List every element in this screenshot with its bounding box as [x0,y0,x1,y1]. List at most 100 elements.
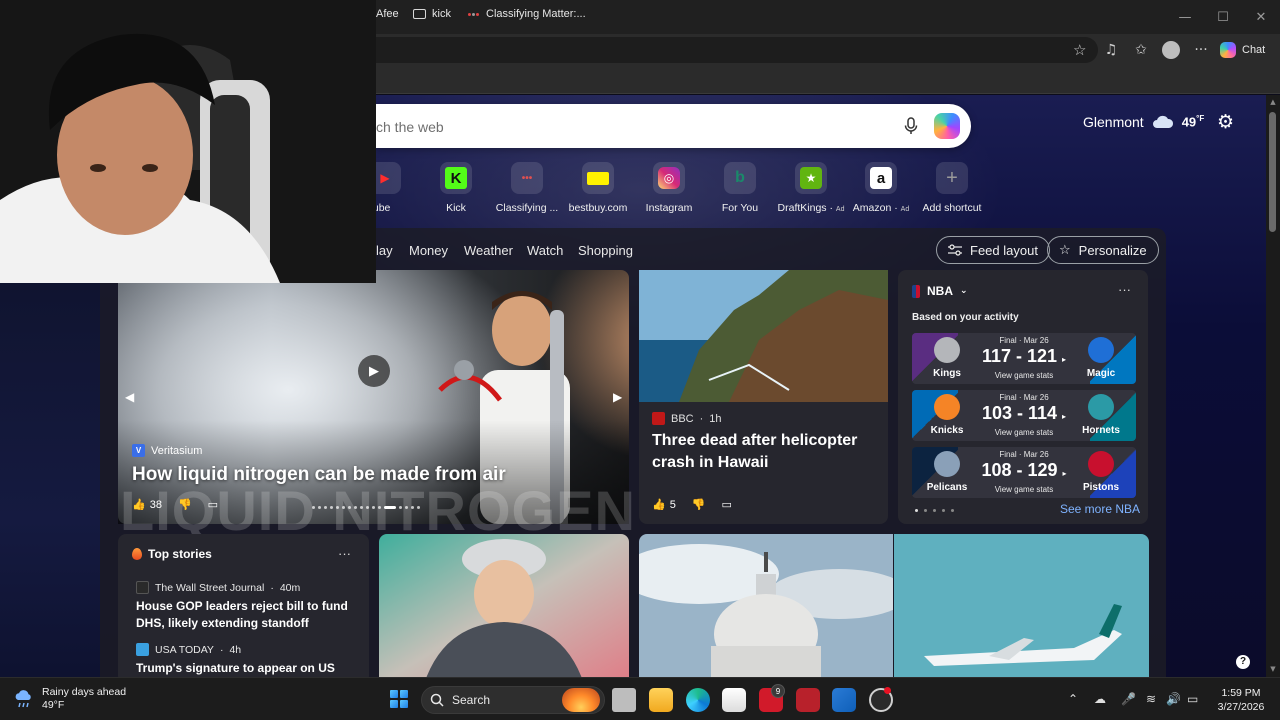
edge-browser-icon[interactable] [686,688,710,712]
top-stories-more-icon[interactable]: ··· [338,546,351,561]
weather-summary: Rainy days ahead [42,686,127,698]
wifi-icon[interactable]: ≋ [1146,692,1156,706]
copilot-search-icon[interactable] [934,113,960,139]
cyclist-story-image[interactable] [379,534,629,684]
personalize-label: Personalize [1078,242,1147,258]
weather-widget[interactable]: Glenmont 49°F [1083,114,1204,130]
web-search-box[interactable] [376,104,971,148]
feed-tab-play[interactable]: lay [376,243,393,258]
instagram-icon: ◎ [653,162,685,194]
microphone-tray-icon[interactable]: 🎤 [1121,692,1136,706]
nba-subtitle: Based on your activity [912,312,1019,323]
notification-badge: 9 [771,684,785,698]
mcafee-icon[interactable] [796,688,820,712]
veritasium-icon: V [132,444,145,457]
carousel-dots[interactable] [312,506,420,509]
shortcut-draftkings[interactable]: ★ DraftKings · Ad [773,162,849,214]
microsoft-store-icon[interactable] [722,688,746,712]
like-button[interactable]: 👍 38 [132,498,162,511]
minimize-button[interactable]: — [1166,0,1204,34]
carousel-next-icon[interactable]: ▶ [613,390,622,404]
hero-title[interactable]: How liquid nitrogen can be made from air [132,464,506,486]
comment-icon[interactable]: ▭ [208,498,218,511]
rain-cloud-icon [15,690,31,708]
dislike-icon[interactable]: 👎 [692,498,706,511]
shortcut-label: For You [721,202,759,214]
carousel-prev-icon[interactable]: ◀ [125,390,134,404]
url-field[interactable] [340,37,1098,63]
bookmark-item[interactable]: Afee [376,8,399,20]
knicks-logo-icon [934,394,960,420]
taskbar-clock[interactable]: 1:59 PM 3/27/2026 [1213,686,1269,714]
shortcut-label: Instagram [645,202,693,214]
view-game-stats-link[interactable]: View game stats [974,485,1074,494]
copilot-chat-button[interactable]: Chat [1220,38,1272,62]
like-button[interactable]: 👍 5 [652,498,676,511]
nba-more-options-icon[interactable]: ··· [1118,282,1131,297]
volume-icon[interactable]: 🔊 [1166,692,1181,706]
chat-label: Chat [1242,44,1266,56]
nba-header[interactable]: NBA ⌄ [912,284,968,298]
scroll-up-icon[interactable]: ▲ [1268,98,1278,106]
comment-icon[interactable]: ▭ [722,498,732,511]
capitol-story-image[interactable] [639,534,893,684]
onedrive-icon[interactable]: ☁ [1094,692,1106,706]
story-source: USA TODAY · 4h [136,643,241,656]
shortcut-label: Amazon · Ad [852,202,910,214]
shortcut-amazon[interactable]: a Amazon · Ad [843,162,919,214]
game-row-kings-magic[interactable]: Kings Magic Final · Mar 26 117 - 121 ▸ V… [912,333,1136,384]
shortcut-label: DraftKings · Ad [777,202,845,214]
help-icon[interactable]: ? [1236,655,1250,669]
task-view-icon[interactable] [612,688,636,712]
add-shortcut-button[interactable]: + Add shortcut [914,162,990,214]
file-explorer-icon[interactable] [649,688,673,712]
see-more-nba-link[interactable]: See more NBA [1060,502,1140,516]
personalize-button[interactable]: ☆ Personalize [1047,236,1159,264]
team-name: Knicks [930,425,964,436]
shortcut-kick[interactable]: K Kick [418,162,494,214]
feed-tab-shopping[interactable]: Shopping [578,243,633,258]
microphone-icon[interactable] [903,117,919,135]
bookmark-folder-kick[interactable]: kick [413,8,451,20]
feed-layout-button[interactable]: Feed layout [936,236,1050,264]
taskbar-weather-widget[interactable]: Rainy days ahead 49°F [14,686,126,712]
favorite-star-icon[interactable]: ☆ [1073,42,1089,58]
feed-tab-money[interactable]: Money [409,243,448,258]
hawaii-title[interactable]: Three dead after helicopter crash in Haw… [652,430,876,474]
game-row-knicks-hornets[interactable]: Knicks Hornets Final · Mar 26 103 - 114 … [912,390,1136,441]
cloud-icon [1152,115,1173,128]
view-game-stats-link[interactable]: View game stats [974,428,1074,437]
airplane-story-image[interactable] [894,534,1149,684]
bookmark-classifying-matter[interactable]: Classifying Matter:... [468,8,586,20]
feed-tab-watch[interactable]: Watch [527,243,563,258]
classifying-icon: ••• [511,162,543,194]
play-video-icon[interactable]: ▶ [358,355,390,387]
shortcut-instagram[interactable]: ◎ Instagram [631,162,707,214]
feed-tab-weather[interactable]: Weather [464,243,513,258]
profile-avatar[interactable] [1162,41,1180,59]
shortcut-classifying[interactable]: ••• Classifying ... [489,162,565,214]
game-status: Final · Mar 26 [999,450,1049,459]
battery-icon[interactable]: ▭ [1187,692,1198,706]
show-hidden-icons-chevron-icon[interactable]: ⌃ [1068,692,1078,706]
maximize-button[interactable]: ☐ [1204,0,1242,34]
outlook-icon[interactable] [832,688,856,712]
wsj-icon [136,581,149,594]
shortcut-bestbuy[interactable]: bestbuy.com [560,162,636,214]
shortcut-for-you[interactable]: b For You [702,162,778,214]
settings-gear-icon[interactable]: ⚙ [1217,112,1237,132]
game-row-pelicans-pistons[interactable]: Pelicans Pistons Final · Mar 26 108 - 12… [912,447,1136,498]
story-title[interactable]: House GOP leaders reject bill to fund DH… [136,598,361,632]
nba-carousel-dots[interactable] [915,509,954,512]
scroll-down-icon[interactable]: ▼ [1268,665,1278,673]
favorites-icon[interactable]: ✩ [1131,41,1151,59]
windows-start-icon[interactable] [390,690,408,708]
story-title[interactable]: Trump's signature to appear on US [136,660,361,677]
view-game-stats-link[interactable]: View game stats [974,371,1074,380]
close-button[interactable]: ✕ [1242,0,1280,34]
scrollbar-thumb[interactable] [1269,112,1276,232]
team-name: Hornets [1082,425,1120,436]
more-menu-icon[interactable]: ··· [1191,41,1211,59]
dislike-icon[interactable]: 👎 [178,498,192,511]
read-aloud-icon[interactable]: ♫ [1101,41,1121,59]
